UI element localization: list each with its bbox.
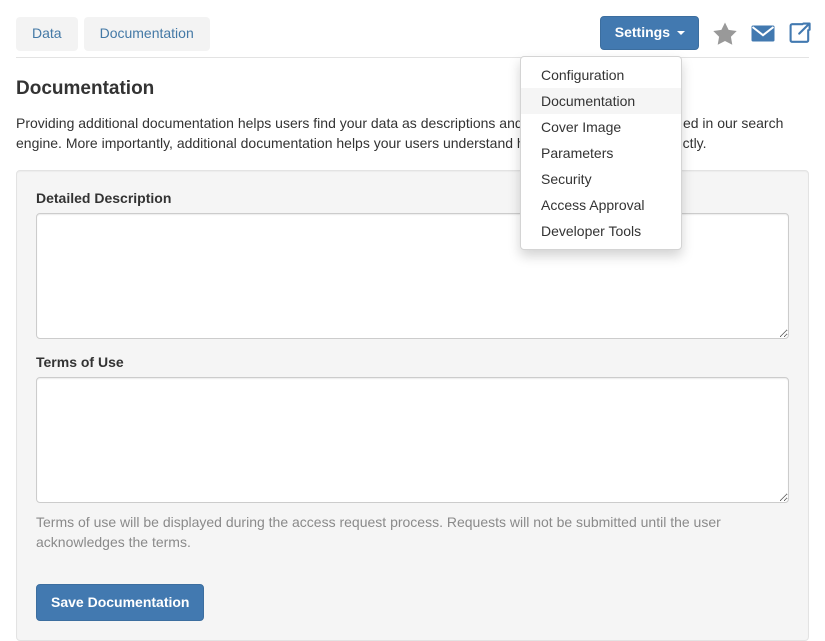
- terms-of-use-input[interactable]: [36, 377, 789, 503]
- menu-item-security[interactable]: Security: [521, 166, 681, 192]
- tab-data[interactable]: Data: [16, 17, 78, 51]
- menu-item-documentation[interactable]: Documentation: [521, 88, 681, 114]
- documentation-form-panel: Detailed Description Terms of Use Terms …: [16, 170, 809, 641]
- favorite-star-icon[interactable]: [713, 22, 737, 45]
- main-content: Documentation Providing additional docum…: [16, 58, 809, 641]
- menu-item-cover-image[interactable]: Cover Image: [521, 114, 681, 140]
- menu-item-configuration[interactable]: Configuration: [521, 62, 681, 88]
- settings-button[interactable]: Settings: [599, 16, 699, 50]
- tab-bar: Data Documentation: [16, 17, 210, 51]
- menu-item-developer-tools[interactable]: Developer Tools: [521, 218, 681, 244]
- settings-dropdown-menu: Configuration Documentation Cover Image …: [520, 56, 682, 250]
- header-actions: Settings: [599, 16, 811, 50]
- terms-of-use-label: Terms of Use: [36, 354, 124, 370]
- page-title: Documentation: [16, 78, 155, 99]
- page-header: Data Documentation Settings: [0, 0, 825, 58]
- caret-down-icon: [677, 30, 685, 35]
- terms-of-use-help-text: Terms of use will be displayed during th…: [36, 514, 721, 550]
- tab-documentation[interactable]: Documentation: [83, 17, 210, 51]
- external-link-icon[interactable]: [789, 22, 811, 44]
- menu-item-access-approval[interactable]: Access Approval: [521, 192, 681, 218]
- save-documentation-button[interactable]: Save Documentation: [36, 584, 205, 621]
- envelope-icon[interactable]: [751, 24, 775, 43]
- terms-of-use-group: Terms of Use Terms of use will be displa…: [36, 354, 789, 552]
- settings-button-label: Settings: [614, 24, 670, 40]
- menu-item-parameters[interactable]: Parameters: [521, 140, 681, 166]
- app-page: Data Documentation Settings Configuratio…: [0, 0, 825, 641]
